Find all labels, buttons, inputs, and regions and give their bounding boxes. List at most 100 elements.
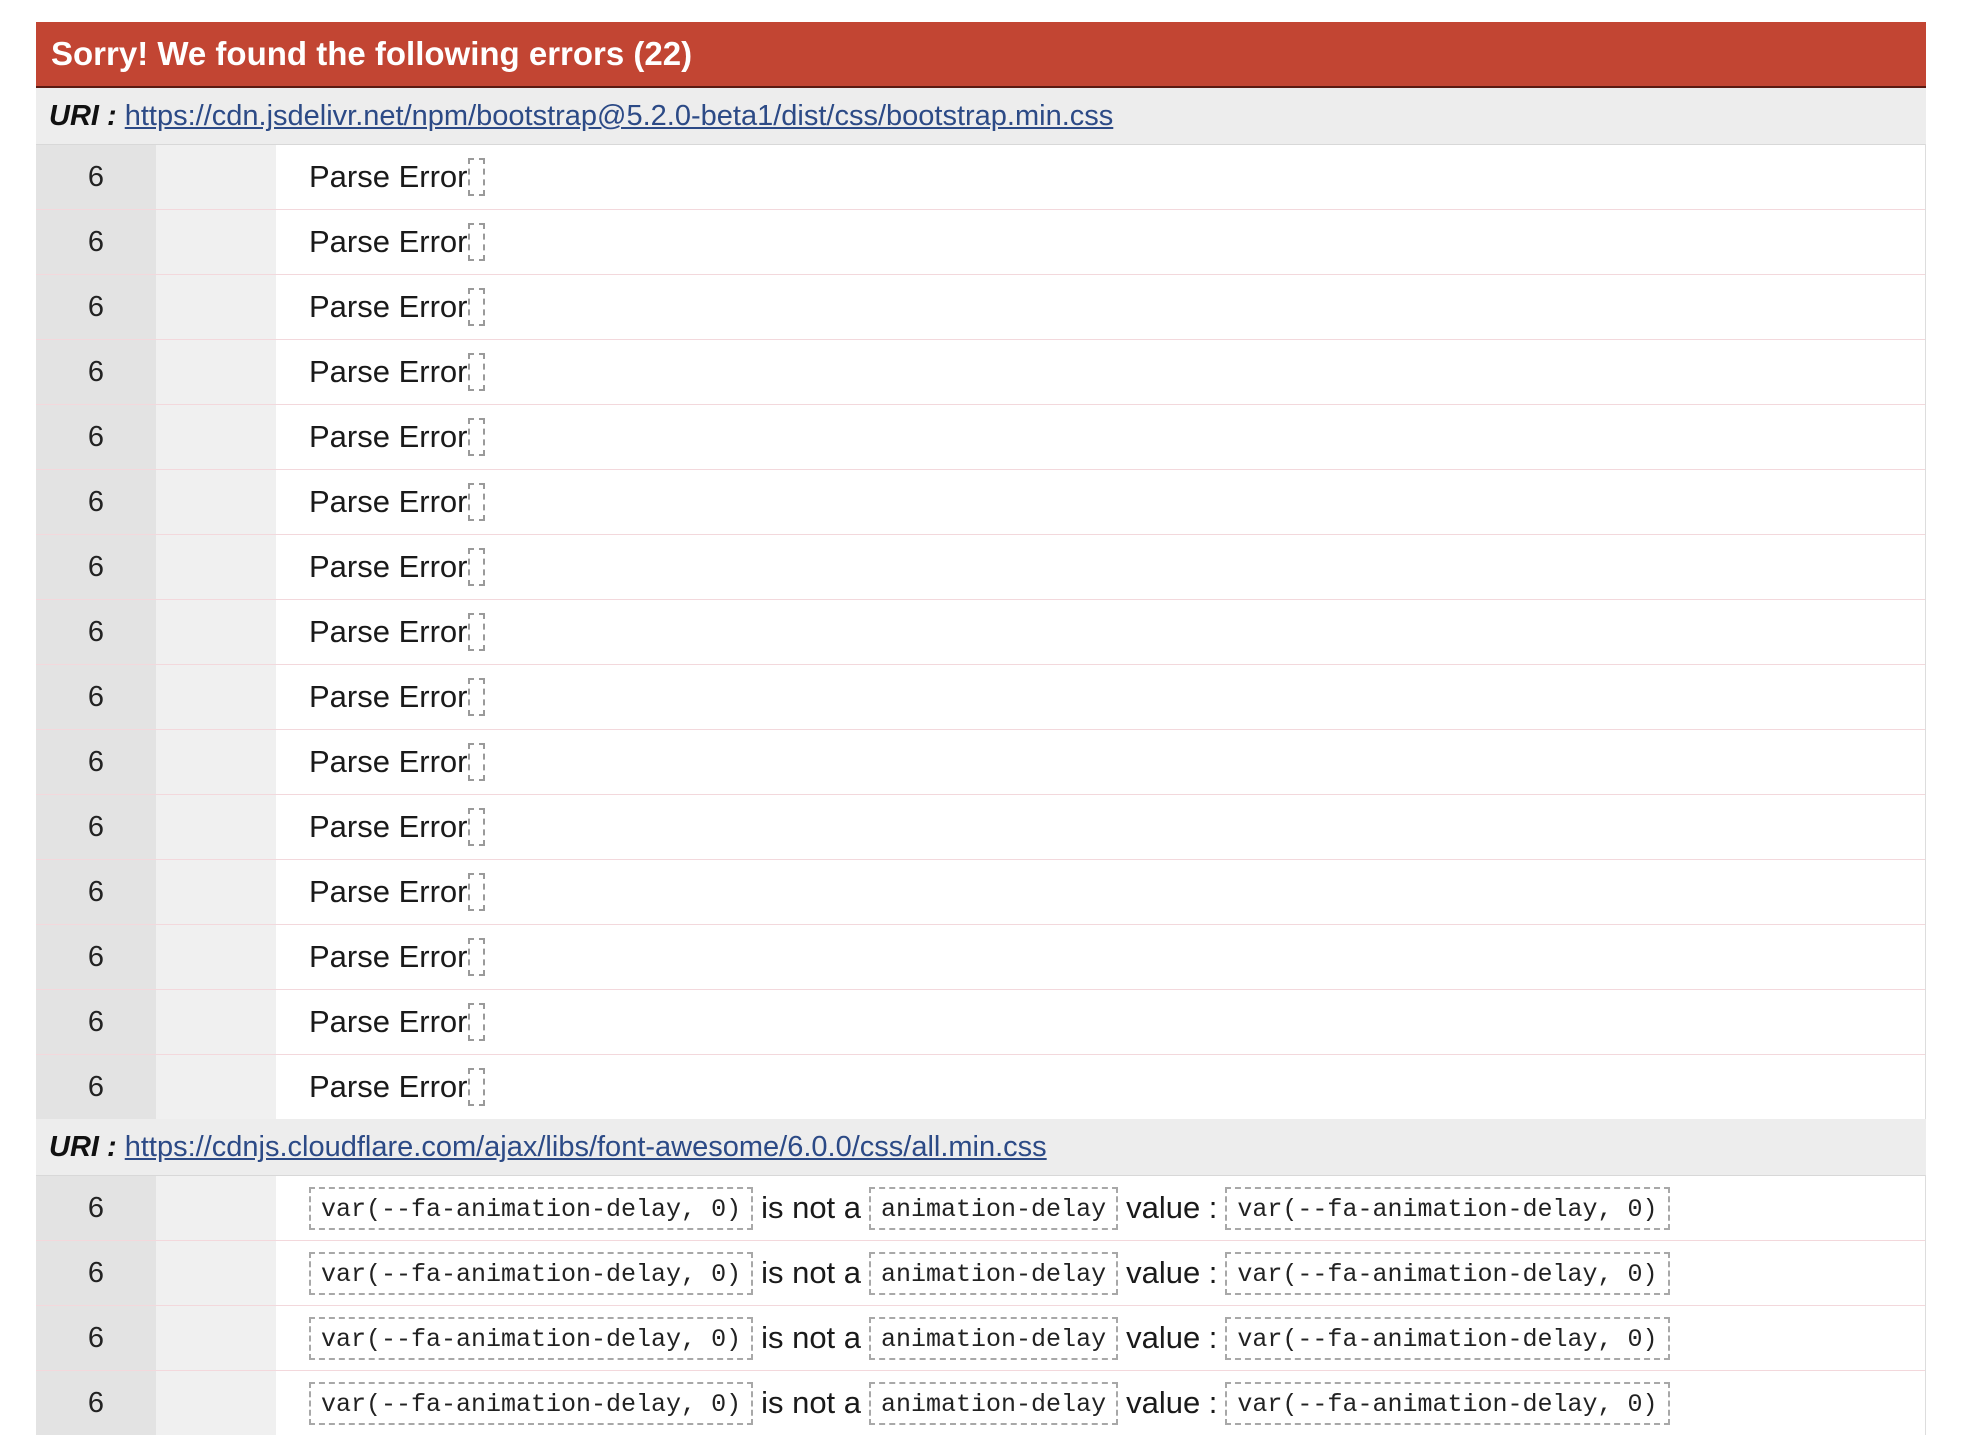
error-message: var(--fa-animation-delay, 0) is not a anim… xyxy=(276,1241,1925,1305)
uri-label: URI : xyxy=(49,100,117,132)
unknown-glyph-icon xyxy=(468,223,486,261)
line-number: 6 xyxy=(36,600,156,664)
error-row: 6 Parse Error xyxy=(36,989,1925,1054)
value-label: value : xyxy=(1126,1190,1218,1225)
unknown-glyph-icon xyxy=(468,483,486,521)
value-label: value : xyxy=(1126,1320,1218,1355)
error-groups: URI : https://cdn.jsdelivr.net/npm/boots… xyxy=(36,88,1926,1435)
uri-row: URI : https://cdn.jsdelivr.net/npm/boots… xyxy=(36,88,1926,144)
context-cell xyxy=(156,405,276,469)
unknown-glyph-icon xyxy=(468,158,486,196)
line-number: 6 xyxy=(36,1241,156,1305)
unknown-glyph-icon xyxy=(468,1068,486,1106)
error-message: Parse Error xyxy=(276,730,1925,794)
line-number-value: 6 xyxy=(87,355,105,388)
parse-error-text: Parse Error xyxy=(309,1069,468,1104)
property-code: animation-delay xyxy=(869,1186,1119,1230)
line-number-value: 6 xyxy=(87,550,105,583)
unknown-glyph-icon xyxy=(468,548,486,586)
line-number-value: 6 xyxy=(87,680,105,713)
is-not-a-text: is not a xyxy=(761,1320,862,1355)
error-message: Parse Error xyxy=(276,210,1925,274)
error-message: var(--fa-animation-delay, 0) is not a anim… xyxy=(276,1306,1925,1370)
error-message: Parse Error xyxy=(276,535,1925,599)
context-cell xyxy=(156,665,276,729)
parse-error-text: Parse Error xyxy=(309,1004,468,1039)
invalid-value-code: var(--fa-animation-delay, 0) xyxy=(309,1316,754,1360)
error-message: Parse Error xyxy=(276,925,1925,989)
error-row: 6 Parse Error xyxy=(36,404,1925,469)
error-report: Sorry! We found the following errors (22… xyxy=(36,22,1926,1435)
context-cell xyxy=(156,535,276,599)
unknown-glyph-icon xyxy=(468,678,486,716)
context-cell xyxy=(156,860,276,924)
line-number-value: 6 xyxy=(87,225,105,258)
line-number-value: 6 xyxy=(87,1191,105,1224)
line-number-value: 6 xyxy=(87,1386,105,1419)
unknown-glyph-icon xyxy=(468,938,486,976)
line-number: 6 xyxy=(36,730,156,794)
error-row: 6 Parse Error xyxy=(36,534,1925,599)
line-number: 6 xyxy=(36,340,156,404)
value-code: var(--fa-animation-delay, 0) xyxy=(1225,1251,1670,1295)
error-row: 6 Parse Error xyxy=(36,599,1925,664)
uri-link[interactable]: https://cdn.jsdelivr.net/npm/bootstrap@5… xyxy=(125,100,1114,132)
parse-error-text: Parse Error xyxy=(309,354,468,389)
parse-error-text: Parse Error xyxy=(309,159,468,194)
error-message: var(--fa-animation-delay, 0) is not a anim… xyxy=(276,1176,1925,1240)
uri-row: URI : https://cdnjs.cloudflare.com/ajax/… xyxy=(36,1119,1926,1175)
invalid-value-code: var(--fa-animation-delay, 0) xyxy=(309,1381,754,1425)
line-number: 6 xyxy=(36,145,156,209)
line-number-value: 6 xyxy=(87,810,105,843)
unknown-glyph-icon xyxy=(468,418,486,456)
line-number: 6 xyxy=(36,275,156,339)
error-row: 6 Parse Error xyxy=(36,664,1925,729)
error-row: 6 Parse Error xyxy=(36,274,1925,339)
error-row: 6 var(--fa-animation-delay, 0) is not a ani… xyxy=(36,1240,1925,1305)
context-cell xyxy=(156,925,276,989)
error-message: Parse Error xyxy=(276,860,1925,924)
parse-error-text: Parse Error xyxy=(309,289,468,324)
property-code: animation-delay xyxy=(869,1251,1119,1295)
error-row: 6 var(--fa-animation-delay, 0) is not a ani… xyxy=(36,1175,1925,1240)
parse-error-text: Parse Error xyxy=(309,224,468,259)
property-code: animation-delay xyxy=(869,1381,1119,1425)
error-message: Parse Error xyxy=(276,405,1925,469)
line-number-value: 6 xyxy=(87,160,105,193)
line-number: 6 xyxy=(36,1176,156,1240)
context-cell xyxy=(156,1306,276,1370)
error-message: Parse Error xyxy=(276,275,1925,339)
line-number: 6 xyxy=(36,470,156,534)
context-cell xyxy=(156,1371,276,1435)
unknown-glyph-icon xyxy=(468,808,486,846)
context-cell xyxy=(156,1176,276,1240)
parse-error-text: Parse Error xyxy=(309,679,468,714)
line-number-value: 6 xyxy=(87,1005,105,1038)
error-message: Parse Error xyxy=(276,795,1925,859)
line-number: 6 xyxy=(36,405,156,469)
error-row: 6 Parse Error xyxy=(36,794,1925,859)
line-number-value: 6 xyxy=(87,485,105,518)
error-message: Parse Error xyxy=(276,1055,1925,1119)
context-cell xyxy=(156,600,276,664)
context-cell xyxy=(156,1241,276,1305)
invalid-value-code: var(--fa-animation-delay, 0) xyxy=(309,1251,754,1295)
line-number: 6 xyxy=(36,795,156,859)
error-message: Parse Error xyxy=(276,340,1925,404)
value-code: var(--fa-animation-delay, 0) xyxy=(1225,1186,1670,1230)
context-cell xyxy=(156,275,276,339)
errors-header: Sorry! We found the following errors (22… xyxy=(36,22,1926,88)
uri-label: URI : xyxy=(49,1131,117,1163)
errors-title: Sorry! We found the following errors (22… xyxy=(51,35,693,72)
line-number: 6 xyxy=(36,990,156,1054)
parse-error-text: Parse Error xyxy=(309,419,468,454)
error-row: 6 Parse Error xyxy=(36,144,1925,209)
parse-error-text: Parse Error xyxy=(309,484,468,519)
uri-link[interactable]: https://cdnjs.cloudflare.com/ajax/libs/f… xyxy=(125,1131,1047,1163)
context-cell xyxy=(156,145,276,209)
error-row: 6 Parse Error xyxy=(36,339,1925,404)
unknown-glyph-icon xyxy=(468,288,486,326)
context-cell xyxy=(156,470,276,534)
line-number: 6 xyxy=(36,210,156,274)
error-message: Parse Error xyxy=(276,600,1925,664)
